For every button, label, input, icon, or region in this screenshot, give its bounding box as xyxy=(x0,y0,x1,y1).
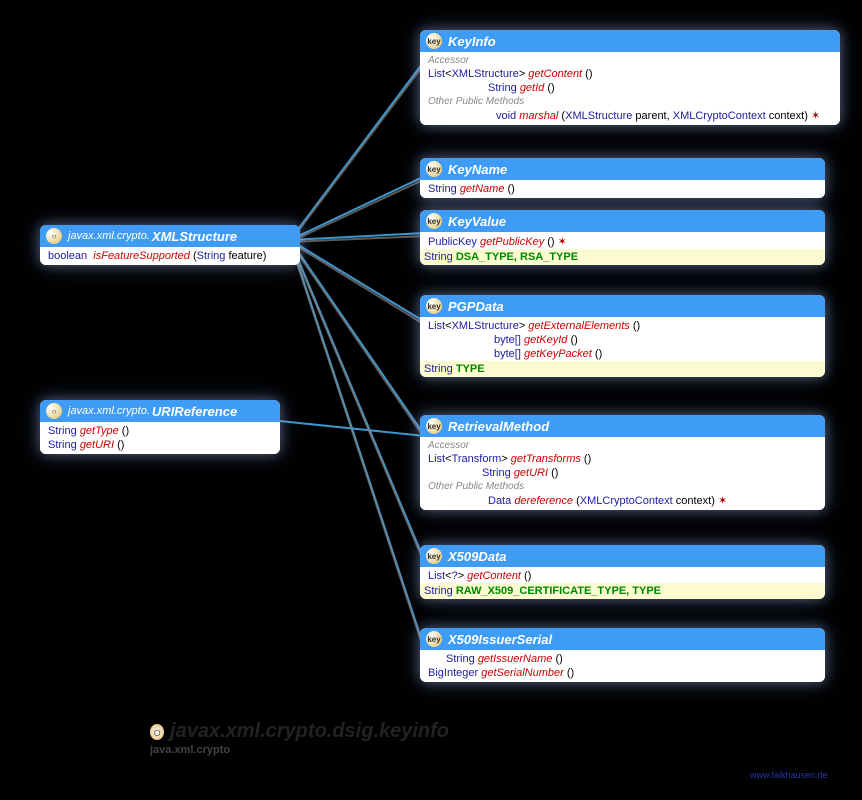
method-row: List<XMLStructure> getExternalElements (… xyxy=(424,319,821,333)
class-header: key KeyInfo xyxy=(420,30,840,52)
method-row: String getName () xyxy=(424,182,821,196)
class-body: String getName () xyxy=(420,180,825,198)
method-row: String getId () xyxy=(424,81,836,95)
method-row: List<XMLStructure> getContent () xyxy=(424,67,836,81)
method-row: BigInteger getSerialNumber () xyxy=(424,666,821,680)
package-module: java.xml.crypto xyxy=(150,744,230,756)
key-icon: key xyxy=(426,548,442,564)
class-name: PGPData xyxy=(448,299,504,314)
method-row: boolean isFeatureSupported (String featu… xyxy=(44,249,296,263)
method-row: byte[] getKeyPacket () xyxy=(424,347,821,361)
key-icon: key xyxy=(426,298,442,314)
class-name: X509IssuerSerial xyxy=(448,632,552,647)
class-header: key KeyName xyxy=(420,158,825,180)
class-pgpdata[interactable]: key PGPData List<XMLStructure> getExtern… xyxy=(420,295,825,377)
class-header: key KeyValue xyxy=(420,210,825,232)
class-header: ○ javax.xml.crypto.URIReference xyxy=(40,400,280,422)
class-body: String getType () String getURI () xyxy=(40,422,280,454)
class-header: key X509IssuerSerial xyxy=(420,628,825,650)
section-other: Other Public Methods xyxy=(424,480,821,493)
class-body: Accessor List<Transform> getTransforms (… xyxy=(420,437,825,510)
package-icon: ○ xyxy=(150,724,164,740)
constants-row: String DSA_TYPE, RSA_TYPE xyxy=(420,249,825,265)
class-name: URIReference xyxy=(152,404,237,419)
method-row: List<Transform> getTransforms () xyxy=(424,452,821,466)
class-x509data[interactable]: key X509Data List<?> getContent () Strin… xyxy=(420,545,825,599)
constants-row: String RAW_X509_CERTIFICATE_TYPE, TYPE xyxy=(420,583,825,599)
class-keyvalue[interactable]: key KeyValue PublicKey getPublicKey () ✶… xyxy=(420,210,825,265)
section-accessor: Accessor xyxy=(424,54,836,67)
constants-row: String TYPE xyxy=(420,361,825,377)
package-title: ○ javax.xml.crypto.dsig.keyinfo xyxy=(150,720,449,743)
method-row: List<?> getContent () xyxy=(424,569,821,583)
class-urireference[interactable]: ○ javax.xml.crypto.URIReference String g… xyxy=(40,400,280,454)
class-body: PublicKey getPublicKey () ✶ xyxy=(420,232,825,249)
method-row: String getURI () xyxy=(424,466,821,480)
class-name: KeyInfo xyxy=(448,34,496,49)
section-accessor: Accessor xyxy=(424,439,821,452)
key-icon: key xyxy=(426,33,442,49)
key-icon: key xyxy=(426,418,442,434)
method-row: String getURI () xyxy=(44,438,276,452)
pkg-prefix: javax.xml.crypto. xyxy=(68,405,150,417)
method-row: String getType () xyxy=(44,424,276,438)
pkg-prefix: javax.xml.crypto. xyxy=(68,230,150,242)
key-icon: key xyxy=(426,631,442,647)
interface-icon: ○ xyxy=(46,403,62,419)
class-header: key RetrievalMethod xyxy=(420,415,825,437)
class-body: boolean isFeatureSupported (String featu… xyxy=(40,247,300,265)
class-name: X509Data xyxy=(448,549,507,564)
class-header: key PGPData xyxy=(420,295,825,317)
class-keyinfo[interactable]: key KeyInfo Accessor List<XMLStructure> … xyxy=(420,30,840,125)
class-name: KeyValue xyxy=(448,214,506,229)
class-name: XMLStructure xyxy=(152,229,237,244)
class-retrievalmethod[interactable]: key RetrievalMethod Accessor List<Transf… xyxy=(420,415,825,510)
section-other: Other Public Methods xyxy=(424,95,836,108)
class-x509issuerserial[interactable]: key X509IssuerSerial String getIssuerNam… xyxy=(420,628,825,682)
key-icon: key xyxy=(426,161,442,177)
class-header: key X509Data xyxy=(420,545,825,567)
class-body: List<XMLStructure> getExternalElements (… xyxy=(420,317,825,361)
class-xmlstructure[interactable]: ○ javax.xml.crypto.XMLStructure boolean … xyxy=(40,225,300,265)
key-icon: key xyxy=(426,213,442,229)
class-body: List<?> getContent () xyxy=(420,567,825,583)
class-body: Accessor List<XMLStructure> getContent (… xyxy=(420,52,840,125)
method-row: Data dereference (XMLCryptoContext conte… xyxy=(424,493,821,508)
class-keyname[interactable]: key KeyName String getName () xyxy=(420,158,825,198)
method-row: void marshal (XMLStructure parent, XMLCr… xyxy=(424,108,836,123)
class-name: RetrievalMethod xyxy=(448,419,549,434)
class-body: String getIssuerName () BigInteger getSe… xyxy=(420,650,825,682)
interface-icon: ○ xyxy=(46,228,62,244)
watermark: www.falkhausen.de xyxy=(750,770,828,780)
class-name: KeyName xyxy=(448,162,507,177)
method-row: PublicKey getPublicKey () ✶ xyxy=(424,234,821,249)
method-row: byte[] getKeyId () xyxy=(424,333,821,347)
method-row: String getIssuerName () xyxy=(424,652,821,666)
class-header: ○ javax.xml.crypto.XMLStructure xyxy=(40,225,300,247)
